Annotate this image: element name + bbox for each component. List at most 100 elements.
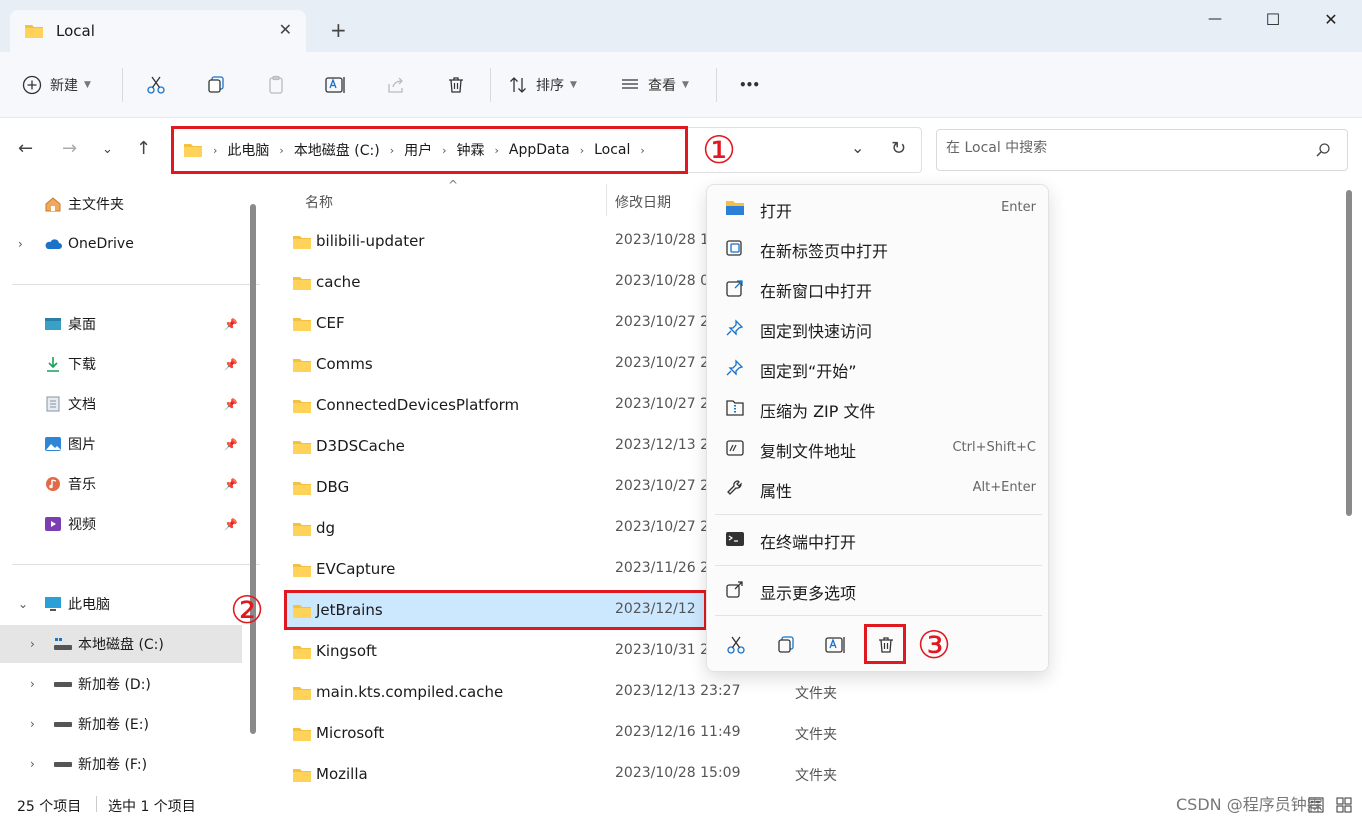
status-divider bbox=[96, 796, 97, 812]
back-button[interactable]: ← bbox=[18, 138, 33, 159]
file-date: 2023/10/27 2 bbox=[615, 355, 710, 371]
sort-button[interactable]: 排序 ▼ bbox=[508, 66, 577, 104]
sidebar-item-music[interactable]: 音乐 📌 bbox=[0, 465, 242, 503]
menu-item-open-new-window[interactable]: 在新窗口中打开 bbox=[715, 269, 1042, 307]
context-cut-button[interactable] bbox=[720, 629, 752, 661]
toolbar-divider bbox=[490, 68, 491, 102]
maximize-button[interactable]: ☐ bbox=[1250, 6, 1296, 32]
sidebar-item-label: 新加卷 (F:) bbox=[78, 757, 148, 773]
search-input[interactable] bbox=[946, 140, 1306, 156]
refresh-button[interactable]: ↻ bbox=[891, 138, 906, 159]
sidebar-scrollbar[interactable] bbox=[250, 204, 256, 734]
file-row[interactable]: CEF 2023/10/27 2 bbox=[284, 305, 724, 343]
up-button[interactable]: ↑ bbox=[136, 138, 151, 159]
file-row[interactable]: cache 2023/10/28 0 bbox=[284, 264, 724, 302]
minimize-icon: — bbox=[1208, 11, 1222, 27]
sidebar-item-label: 文档 bbox=[68, 397, 96, 413]
file-row[interactable]: bilibili-updater 2023/10/28 1 bbox=[284, 223, 724, 261]
paste-button[interactable] bbox=[264, 66, 288, 104]
minimize-button[interactable]: — bbox=[1192, 6, 1238, 32]
chevron-right-icon: › bbox=[30, 637, 35, 651]
menu-item-compress-zip[interactable]: 压缩为 ZIP 文件 bbox=[715, 389, 1042, 427]
sidebar-item-drive-c[interactable]: › 本地磁盘 (C:) bbox=[0, 625, 242, 663]
annotation-number-2: ② bbox=[230, 588, 265, 632]
forward-button[interactable]: → bbox=[62, 138, 77, 159]
sidebar-item-this-pc[interactable]: ⌄ 此电脑 bbox=[0, 585, 242, 623]
folder-icon bbox=[25, 25, 43, 38]
rename-button[interactable] bbox=[324, 66, 348, 104]
address-dropdown-button[interactable]: ⌄ bbox=[851, 138, 864, 157]
music-icon bbox=[46, 477, 60, 491]
sidebar-divider bbox=[12, 284, 260, 285]
menu-item-pin-start[interactable]: 固定到“开始” bbox=[715, 349, 1042, 387]
sidebar-item-videos[interactable]: 视频 📌 bbox=[0, 505, 242, 543]
new-button[interactable]: 新建 ▼ bbox=[22, 66, 91, 104]
menu-divider bbox=[715, 615, 1042, 616]
chevron-right-icon: › bbox=[30, 757, 35, 771]
menu-item-label: 显示更多选项 bbox=[760, 584, 857, 603]
file-row[interactable]: Kingsoft 2023/10/31 2 bbox=[284, 633, 724, 671]
menu-item-open[interactable]: 打开 Enter bbox=[715, 189, 1042, 227]
tab-local[interactable]: Local ✕ bbox=[10, 10, 306, 52]
folder-icon bbox=[293, 400, 311, 413]
file-date: 2023/12/13 2 bbox=[615, 437, 710, 453]
view-button[interactable]: 查看 ▼ bbox=[620, 66, 689, 104]
paste-icon bbox=[269, 75, 283, 94]
file-row[interactable]: EVCapture 2023/11/26 2 bbox=[284, 551, 724, 589]
file-row[interactable]: Mozilla 2023/10/28 15:09 文件夹 bbox=[284, 756, 837, 794]
file-date: 2023/12/16 11:49 bbox=[615, 724, 741, 740]
drive-icon bbox=[54, 638, 72, 650]
file-row[interactable]: Comms 2023/10/27 2 bbox=[284, 346, 724, 384]
copy-icon bbox=[208, 76, 224, 93]
menu-item-open-terminal[interactable]: 在终端中打开 bbox=[715, 520, 1042, 558]
sidebar-item-label: 主文件夹 bbox=[68, 197, 124, 213]
recent-locations-button[interactable]: ⌄ bbox=[102, 142, 113, 157]
menu-item-copy-path[interactable]: 复制文件地址 Ctrl+Shift+C bbox=[715, 429, 1042, 467]
search-box[interactable] bbox=[936, 129, 1348, 171]
plus-circle-icon bbox=[22, 75, 42, 95]
document-icon bbox=[46, 396, 60, 412]
sidebar-item-pictures[interactable]: 图片 📌 bbox=[0, 425, 242, 463]
copy-button[interactable] bbox=[204, 66, 228, 104]
file-row[interactable]: ConnectedDevicesPlatform 2023/10/27 2 bbox=[284, 387, 724, 425]
sidebar-item-desktop[interactable]: 桌面 📌 bbox=[0, 305, 242, 343]
delete-button[interactable] bbox=[444, 66, 468, 104]
sidebar-item-drive-e[interactable]: › 新加卷 (E:) bbox=[0, 705, 242, 743]
home-icon bbox=[45, 197, 61, 212]
sidebar-item-home[interactable]: 主文件夹 bbox=[0, 185, 242, 223]
context-copy-button[interactable] bbox=[770, 629, 802, 661]
file-row[interactable]: dg 2023/10/27 2 bbox=[284, 510, 724, 548]
cut-button[interactable] bbox=[144, 66, 168, 104]
menu-item-show-more-options[interactable]: 显示更多选项 bbox=[715, 571, 1042, 609]
share-button[interactable] bbox=[384, 66, 408, 104]
desktop-icon bbox=[45, 318, 61, 330]
new-tab-button[interactable]: + bbox=[330, 18, 347, 42]
file-name: Kingsoft bbox=[316, 642, 377, 660]
pin-icon bbox=[725, 359, 745, 381]
sidebar-item-onedrive[interactable]: › OneDrive bbox=[0, 225, 242, 263]
context-rename-button[interactable] bbox=[820, 629, 852, 661]
file-row[interactable]: D3DSCache 2023/12/13 2 bbox=[284, 428, 724, 466]
more-options-button[interactable]: ••• bbox=[736, 66, 762, 104]
folder-icon bbox=[293, 277, 311, 290]
file-row[interactable]: main.kts.compiled.cache 2023/12/13 23:27 文… bbox=[284, 674, 837, 712]
menu-item-open-new-tab[interactable]: 在新标签页中打开 bbox=[715, 229, 1042, 267]
sidebar-item-downloads[interactable]: 下载 📌 bbox=[0, 345, 242, 383]
context-menu: 打开 Enter 在新标签页中打开 在新窗口中打开 固定到快速访问 固定到“开始” 压缩为 … bbox=[706, 184, 1049, 672]
file-row[interactable]: Microsoft 2023/12/16 11:49 文件夹 bbox=[284, 715, 837, 753]
close-button[interactable]: ✕ bbox=[1308, 6, 1354, 32]
column-divider[interactable] bbox=[606, 184, 607, 216]
file-date: 2023/10/28 15:09 bbox=[615, 765, 741, 781]
sidebar-item-drive-d[interactable]: › 新加卷 (D:) bbox=[0, 665, 242, 703]
menu-item-pin-quick-access[interactable]: 固定到快速访问 bbox=[715, 309, 1042, 347]
file-name: EVCapture bbox=[316, 560, 396, 578]
sidebar-item-drive-f[interactable]: › 新加卷 (F:) bbox=[0, 745, 242, 783]
file-row[interactable]: DBG 2023/10/27 2 bbox=[284, 469, 724, 507]
tiles-view-icon[interactable] bbox=[1336, 797, 1352, 813]
sidebar-item-documents[interactable]: 文档 📌 bbox=[0, 385, 242, 423]
file-date: 2023/10/27 2 bbox=[615, 519, 710, 535]
menu-divider bbox=[715, 565, 1042, 566]
file-list-scrollbar[interactable] bbox=[1346, 190, 1352, 516]
menu-item-properties[interactable]: 属性 Alt+Enter bbox=[715, 469, 1042, 507]
close-tab-button[interactable]: ✕ bbox=[279, 20, 292, 39]
